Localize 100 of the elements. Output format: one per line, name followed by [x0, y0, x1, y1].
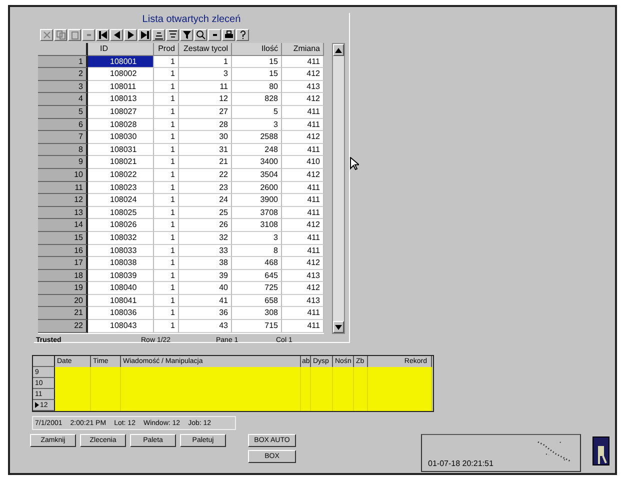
table-cell: 15 [232, 56, 282, 68]
filter-icon [182, 30, 192, 40]
scroll-down-button[interactable] [333, 321, 344, 333]
row-header[interactable]: 10 [38, 168, 88, 182]
table-cell: 411 [282, 182, 324, 194]
column-header[interactable]: Zmiana [282, 43, 324, 56]
row-header[interactable]: 2 [38, 68, 88, 81]
down-arrow-icon [335, 324, 342, 330]
scrollbar[interactable] [332, 43, 345, 334]
table-cell: 1 [154, 307, 179, 320]
table-cell: 715 [232, 320, 282, 333]
cut-icon [42, 30, 52, 40]
table-cell: 828 [232, 93, 282, 106]
table-cell: 1 [154, 131, 179, 144]
table-cell: 1 [154, 206, 179, 220]
table-cell: 725 [232, 282, 282, 295]
table-cell: 412 [282, 168, 324, 182]
row-header[interactable]: 8 [38, 144, 88, 156]
clock-text: 01-07-18 20:21:51 [428, 459, 494, 468]
table-cell: 413 [282, 294, 324, 308]
row-header[interactable]: 3 [38, 80, 88, 94]
toolbar-button[interactable] [194, 29, 207, 41]
table-cell: 108038 [88, 257, 154, 270]
row-header[interactable]: 1 [38, 56, 88, 68]
toolbar-button[interactable] [208, 29, 221, 41]
row-header[interactable]: 5 [38, 106, 88, 119]
table-cell: 1 [154, 244, 179, 258]
row-header[interactable]: 20 [38, 294, 88, 308]
table-cell [311, 367, 333, 378]
table-cell: 21 [179, 156, 232, 169]
table-cell [354, 367, 368, 378]
row-header[interactable]: 16 [38, 244, 88, 258]
toolbar-button[interactable] [96, 29, 109, 41]
table-cell: 1 [154, 156, 179, 169]
column-header[interactable]: Prod [154, 43, 179, 56]
table-cell: 1 [154, 294, 179, 308]
table-cell: 411 [282, 144, 324, 156]
toolbar-button[interactable] [166, 29, 179, 41]
table-cell: 411 [282, 194, 324, 207]
table-cell [55, 400, 91, 411]
table-cell: 411 [282, 232, 324, 244]
table-cell: 308 [232, 307, 282, 320]
toolbar-button[interactable] [138, 29, 151, 41]
table-cell: 30 [179, 131, 232, 144]
table-cell: 1 [154, 282, 179, 295]
toolbar-button[interactable] [236, 29, 249, 41]
window-title: Lista otwartych zleceń [141, 13, 242, 27]
table-cell: 28 [179, 118, 232, 132]
next-icon [126, 30, 136, 40]
table-cell: 412 [282, 93, 324, 106]
table-cell: 412 [282, 68, 324, 81]
table-cell: 108026 [88, 219, 154, 232]
column-header[interactable]: Ilość [232, 43, 282, 56]
row-header[interactable]: 15 [38, 232, 88, 244]
table-cell: 43 [179, 320, 232, 333]
table-cell: 108040 [88, 282, 154, 295]
paste-icon [70, 30, 80, 40]
table-cell: 1 [154, 320, 179, 333]
table-cell: 1 [154, 168, 179, 182]
toolbar-button[interactable] [110, 29, 123, 41]
row-header[interactable]: 17 [38, 257, 88, 270]
scroll-up-button[interactable] [333, 44, 344, 56]
table-cell: 22 [179, 168, 232, 182]
table-cell [368, 400, 432, 411]
column-header[interactable]: ID [88, 43, 154, 56]
row-header[interactable]: 21 [38, 307, 88, 320]
row-header[interactable]: 7 [38, 131, 88, 144]
sort-icon [168, 30, 178, 40]
search-icon [196, 30, 206, 40]
row-header[interactable]: 18 [38, 270, 88, 282]
exit-button[interactable] [591, 434, 611, 468]
table-cell: 108031 [88, 144, 154, 156]
row-header[interactable]: 12 [38, 194, 88, 207]
toolbar-button[interactable] [124, 29, 137, 41]
table-cell: 41 [179, 294, 232, 308]
row-header[interactable]: 22 [38, 320, 88, 333]
row-header[interactable]: 11 [38, 182, 88, 194]
row-header[interactable]: 19 [38, 282, 88, 295]
table-cell: 108022 [88, 168, 154, 182]
row-header[interactable]: 9 [38, 156, 88, 169]
column-header[interactable]: Zestaw tycol [179, 43, 232, 56]
table-cell: 411 [282, 320, 324, 333]
table-cell: 24 [179, 194, 232, 207]
table-cell: 1 [179, 56, 232, 68]
table-cell: 108027 [88, 106, 154, 119]
toolbar-button[interactable] [152, 29, 165, 41]
print-icon [224, 30, 234, 40]
row-header[interactable]: 14 [38, 219, 88, 232]
table-cell: 3708 [232, 206, 282, 220]
row-header[interactable]: 13 [38, 206, 88, 220]
toolbar-button[interactable] [180, 29, 193, 41]
row-header[interactable]: 6 [38, 118, 88, 132]
table-cell: 108002 [88, 68, 154, 81]
last-record-icon [140, 30, 150, 40]
table-cell: 36 [179, 307, 232, 320]
table-cell: 248 [232, 144, 282, 156]
row-header[interactable]: 4 [38, 93, 88, 106]
table-cell: 108025 [88, 206, 154, 220]
toolbar-button[interactable] [222, 29, 235, 41]
table-cell: 80 [232, 80, 282, 94]
